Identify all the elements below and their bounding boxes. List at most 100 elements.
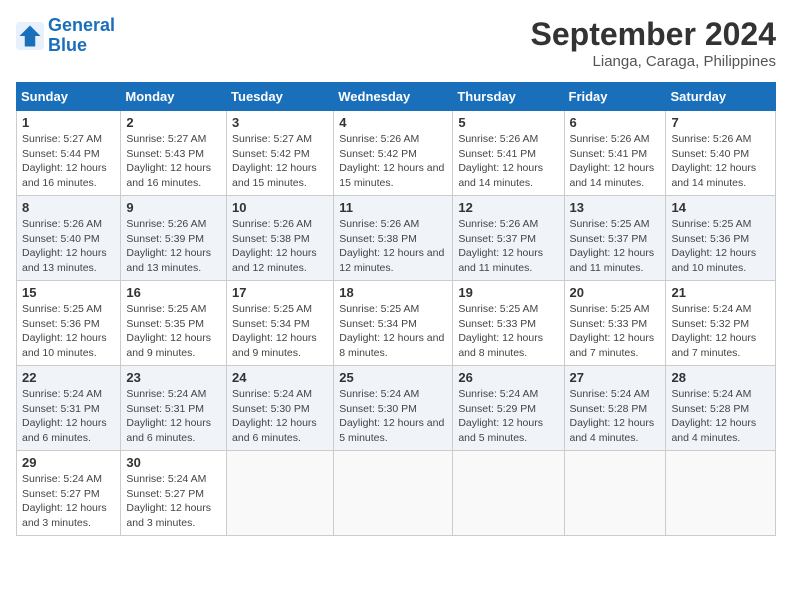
day-daylight: Daylight: 12 hours and 8 minutes. xyxy=(339,332,444,359)
day-number: 5 xyxy=(458,115,558,130)
calendar-cell: 13 Sunrise: 5:25 AM Sunset: 5:37 PM Dayl… xyxy=(564,196,666,281)
day-sunrise: Sunrise: 5:24 AM xyxy=(671,303,751,315)
calendar-cell: 17 Sunrise: 5:25 AM Sunset: 5:34 PM Dayl… xyxy=(227,281,334,366)
calendar-cell: 1 Sunrise: 5:27 AM Sunset: 5:44 PM Dayli… xyxy=(17,111,121,196)
day-daylight: Daylight: 12 hours and 7 minutes. xyxy=(671,332,756,359)
day-number: 21 xyxy=(671,285,770,300)
day-sunrise: Sunrise: 5:25 AM xyxy=(458,303,538,315)
day-number: 22 xyxy=(22,370,115,385)
day-number: 12 xyxy=(458,200,558,215)
day-sunset: Sunset: 5:40 PM xyxy=(22,233,100,245)
day-number: 27 xyxy=(570,370,661,385)
day-sunset: Sunset: 5:33 PM xyxy=(458,318,536,330)
day-number: 19 xyxy=(458,285,558,300)
day-sunrise: Sunrise: 5:27 AM xyxy=(232,133,312,145)
calendar-cell: 28 Sunrise: 5:24 AM Sunset: 5:28 PM Dayl… xyxy=(666,366,776,451)
day-daylight: Daylight: 12 hours and 5 minutes. xyxy=(339,417,444,444)
day-sunrise: Sunrise: 5:25 AM xyxy=(339,303,419,315)
day-number: 1 xyxy=(22,115,115,130)
weekday-header-sunday: Sunday xyxy=(17,83,121,111)
day-number: 9 xyxy=(126,200,221,215)
day-number: 14 xyxy=(671,200,770,215)
day-number: 20 xyxy=(570,285,661,300)
weekday-header-monday: Monday xyxy=(121,83,227,111)
calendar-cell xyxy=(334,451,453,536)
day-number: 18 xyxy=(339,285,447,300)
day-sunrise: Sunrise: 5:26 AM xyxy=(22,218,102,230)
day-sunset: Sunset: 5:31 PM xyxy=(126,403,204,415)
day-daylight: Daylight: 12 hours and 11 minutes. xyxy=(458,247,543,274)
calendar-cell xyxy=(666,451,776,536)
day-sunrise: Sunrise: 5:24 AM xyxy=(126,388,206,400)
weekday-header-friday: Friday xyxy=(564,83,666,111)
day-sunset: Sunset: 5:28 PM xyxy=(570,403,648,415)
day-sunrise: Sunrise: 5:25 AM xyxy=(22,303,102,315)
calendar-cell: 29 Sunrise: 5:24 AM Sunset: 5:27 PM Dayl… xyxy=(17,451,121,536)
header: General Blue September 2024 Lianga, Cara… xyxy=(16,16,776,70)
day-sunrise: Sunrise: 5:26 AM xyxy=(232,218,312,230)
day-number: 16 xyxy=(126,285,221,300)
day-number: 30 xyxy=(126,455,221,470)
calendar-cell: 20 Sunrise: 5:25 AM Sunset: 5:33 PM Dayl… xyxy=(564,281,666,366)
calendar-cell: 10 Sunrise: 5:26 AM Sunset: 5:38 PM Dayl… xyxy=(227,196,334,281)
day-sunrise: Sunrise: 5:24 AM xyxy=(22,388,102,400)
calendar-cell: 21 Sunrise: 5:24 AM Sunset: 5:32 PM Dayl… xyxy=(666,281,776,366)
day-sunset: Sunset: 5:37 PM xyxy=(570,233,648,245)
day-sunrise: Sunrise: 5:25 AM xyxy=(232,303,312,315)
calendar-cell: 14 Sunrise: 5:25 AM Sunset: 5:36 PM Dayl… xyxy=(666,196,776,281)
day-daylight: Daylight: 12 hours and 16 minutes. xyxy=(126,162,211,189)
day-sunrise: Sunrise: 5:27 AM xyxy=(126,133,206,145)
day-number: 29 xyxy=(22,455,115,470)
day-sunrise: Sunrise: 5:24 AM xyxy=(339,388,419,400)
logo-icon xyxy=(16,22,44,50)
calendar-cell: 30 Sunrise: 5:24 AM Sunset: 5:27 PM Dayl… xyxy=(121,451,227,536)
day-sunset: Sunset: 5:33 PM xyxy=(570,318,648,330)
day-number: 28 xyxy=(671,370,770,385)
day-sunset: Sunset: 5:38 PM xyxy=(339,233,417,245)
day-sunset: Sunset: 5:27 PM xyxy=(22,488,100,500)
day-daylight: Daylight: 12 hours and 11 minutes. xyxy=(570,247,655,274)
calendar-cell xyxy=(227,451,334,536)
day-sunrise: Sunrise: 5:25 AM xyxy=(671,218,751,230)
day-sunset: Sunset: 5:42 PM xyxy=(232,148,310,160)
day-sunrise: Sunrise: 5:25 AM xyxy=(570,303,650,315)
day-sunrise: Sunrise: 5:25 AM xyxy=(126,303,206,315)
logo-text: General Blue xyxy=(48,16,115,56)
calendar-cell: 7 Sunrise: 5:26 AM Sunset: 5:40 PM Dayli… xyxy=(666,111,776,196)
day-daylight: Daylight: 12 hours and 3 minutes. xyxy=(126,502,211,529)
calendar-cell: 11 Sunrise: 5:26 AM Sunset: 5:38 PM Dayl… xyxy=(334,196,453,281)
day-daylight: Daylight: 12 hours and 14 minutes. xyxy=(671,162,756,189)
day-daylight: Daylight: 12 hours and 4 minutes. xyxy=(671,417,756,444)
day-number: 6 xyxy=(570,115,661,130)
calendar-table: SundayMondayTuesdayWednesdayThursdayFrid… xyxy=(16,82,776,536)
calendar-cell: 25 Sunrise: 5:24 AM Sunset: 5:30 PM Dayl… xyxy=(334,366,453,451)
day-sunset: Sunset: 5:34 PM xyxy=(339,318,417,330)
day-sunrise: Sunrise: 5:27 AM xyxy=(22,133,102,145)
calendar-cell: 9 Sunrise: 5:26 AM Sunset: 5:39 PM Dayli… xyxy=(121,196,227,281)
day-sunset: Sunset: 5:44 PM xyxy=(22,148,100,160)
calendar-cell: 19 Sunrise: 5:25 AM Sunset: 5:33 PM Dayl… xyxy=(453,281,564,366)
calendar-cell: 16 Sunrise: 5:25 AM Sunset: 5:35 PM Dayl… xyxy=(121,281,227,366)
day-sunrise: Sunrise: 5:26 AM xyxy=(339,133,419,145)
day-sunrise: Sunrise: 5:26 AM xyxy=(126,218,206,230)
main-title: September 2024 xyxy=(531,16,776,53)
weekday-header-wednesday: Wednesday xyxy=(334,83,453,111)
calendar-cell: 6 Sunrise: 5:26 AM Sunset: 5:41 PM Dayli… xyxy=(564,111,666,196)
day-number: 23 xyxy=(126,370,221,385)
day-number: 10 xyxy=(232,200,328,215)
day-number: 7 xyxy=(671,115,770,130)
day-number: 26 xyxy=(458,370,558,385)
day-sunrise: Sunrise: 5:24 AM xyxy=(22,473,102,485)
day-daylight: Daylight: 12 hours and 8 minutes. xyxy=(458,332,543,359)
day-daylight: Daylight: 12 hours and 14 minutes. xyxy=(458,162,543,189)
day-sunset: Sunset: 5:31 PM xyxy=(22,403,100,415)
day-daylight: Daylight: 12 hours and 9 minutes. xyxy=(126,332,211,359)
day-daylight: Daylight: 12 hours and 9 minutes. xyxy=(232,332,317,359)
day-sunrise: Sunrise: 5:24 AM xyxy=(570,388,650,400)
day-daylight: Daylight: 12 hours and 13 minutes. xyxy=(126,247,211,274)
day-number: 3 xyxy=(232,115,328,130)
day-daylight: Daylight: 12 hours and 15 minutes. xyxy=(232,162,317,189)
day-sunset: Sunset: 5:27 PM xyxy=(126,488,204,500)
calendar-cell: 8 Sunrise: 5:26 AM Sunset: 5:40 PM Dayli… xyxy=(17,196,121,281)
day-daylight: Daylight: 12 hours and 7 minutes. xyxy=(570,332,655,359)
